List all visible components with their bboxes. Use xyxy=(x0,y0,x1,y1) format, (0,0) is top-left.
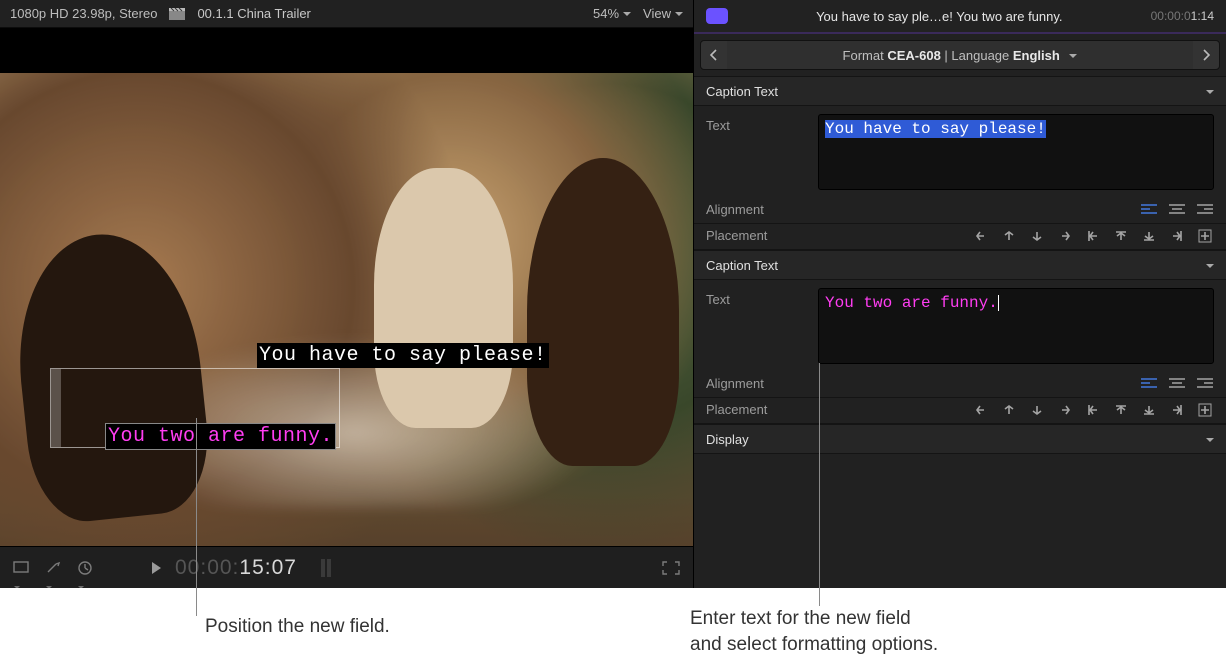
callout-leader-2 xyxy=(819,363,820,606)
viewer-transport: 00:00:15:07 xyxy=(0,546,693,588)
annotation-1: Position the new field. xyxy=(205,616,390,638)
inspector-header: You have to say ple…e! You two are funny… xyxy=(694,0,1226,34)
align-right-button[interactable] xyxy=(1196,377,1214,391)
placement-far-left-button[interactable] xyxy=(1084,403,1102,417)
app-window: 1080p HD 23.98p, Stereo 00.1.1 China Tra… xyxy=(0,0,1226,588)
placement-far-left-button[interactable] xyxy=(1084,229,1102,243)
format-language-bar[interactable]: Format CEA-608 | Language English xyxy=(700,40,1220,70)
placement-label: Placement xyxy=(706,402,806,417)
placement-up-button[interactable] xyxy=(1000,229,1018,243)
viewer-canvas[interactable]: You have to say please! You two are funn… xyxy=(0,28,693,546)
clip-name: 00.1.1 China Trailer xyxy=(197,6,310,21)
fullscreen-button[interactable] xyxy=(661,560,681,576)
prev-caption-button[interactable] xyxy=(701,41,727,69)
view-menu[interactable]: View xyxy=(643,6,683,21)
viewer-panel: 1080p HD 23.98p, Stereo 00.1.1 China Tra… xyxy=(0,0,694,588)
caption-text-section-header-2[interactable]: Caption Text xyxy=(694,250,1226,280)
caption-text-section-header[interactable]: Caption Text xyxy=(694,76,1226,106)
clapperboard-icon xyxy=(169,8,185,20)
alignment-label: Alignment xyxy=(706,202,806,217)
alignment-row-1: Alignment xyxy=(694,198,1226,224)
audio-meter xyxy=(321,559,331,577)
placement-left-button[interactable] xyxy=(972,229,990,243)
alignment-row-2: Alignment xyxy=(694,372,1226,398)
play-button[interactable] xyxy=(152,562,161,574)
placement-top-button[interactable] xyxy=(1112,403,1130,417)
annotation-layer: Position the new field. Enter text for t… xyxy=(0,588,1226,660)
callout-leader-1 xyxy=(196,418,197,616)
alignment-label: Alignment xyxy=(706,376,806,391)
caption-overlay-2[interactable]: You two are funny. xyxy=(106,424,335,449)
placement-down-button[interactable] xyxy=(1028,229,1046,243)
caption-text-input-2[interactable]: You two are funny. xyxy=(818,288,1214,364)
text-label: Text xyxy=(706,114,806,133)
placement-down-button[interactable] xyxy=(1028,403,1046,417)
chevron-down-icon xyxy=(675,6,683,21)
placement-center-button[interactable] xyxy=(1196,229,1214,243)
caption-overlay-1[interactable]: You have to say please! xyxy=(257,343,549,368)
annotation-2: Enter text for the new field and select … xyxy=(690,606,938,657)
format-value: CEA-608 xyxy=(887,48,940,63)
text-label: Text xyxy=(706,288,806,307)
retime-tool-menu[interactable] xyxy=(76,560,96,576)
chevron-down-icon xyxy=(1069,48,1077,63)
inspector-panel: You have to say ple…e! You two are funny… xyxy=(694,0,1226,588)
placement-up-button[interactable] xyxy=(1000,403,1018,417)
chevron-down-icon xyxy=(1206,432,1214,447)
clip-format-label: 1080p HD 23.98p, Stereo xyxy=(10,6,157,21)
caption-text-input-1[interactable]: You have to say please! xyxy=(818,114,1214,190)
video-frame xyxy=(0,73,693,546)
language-label: | Language xyxy=(941,48,1013,63)
placement-row-2: Placement xyxy=(694,398,1226,424)
inspector-timecode: 00:00:01:14 xyxy=(1151,9,1214,23)
placement-center-button[interactable] xyxy=(1196,403,1214,417)
placement-right-button[interactable] xyxy=(1056,229,1074,243)
chevron-down-icon xyxy=(1206,84,1214,99)
placement-row-1: Placement xyxy=(694,224,1226,250)
zoom-menu[interactable]: 54% xyxy=(593,6,631,21)
next-caption-button[interactable] xyxy=(1193,41,1219,69)
crop-tool-menu[interactable] xyxy=(12,560,32,576)
caption-icon xyxy=(706,8,728,24)
placement-far-right-button[interactable] xyxy=(1168,403,1186,417)
placement-bottom-button[interactable] xyxy=(1140,229,1158,243)
enhance-tool-menu[interactable] xyxy=(44,560,64,576)
inspector-title: You have to say ple…e! You two are funny… xyxy=(738,9,1141,24)
display-section-header[interactable]: Display xyxy=(694,424,1226,454)
placement-far-right-button[interactable] xyxy=(1168,229,1186,243)
align-center-button[interactable] xyxy=(1168,203,1186,217)
caption-text-row-2: Text You two are funny. xyxy=(694,280,1226,372)
placement-left-button[interactable] xyxy=(972,403,990,417)
align-left-button[interactable] xyxy=(1140,203,1158,217)
align-center-button[interactable] xyxy=(1168,377,1186,391)
caption-text-row-1: Text You have to say please! xyxy=(694,106,1226,198)
align-left-button[interactable] xyxy=(1140,377,1158,391)
timecode-display[interactable]: 00:00:15:07 xyxy=(175,556,297,580)
placement-label: Placement xyxy=(706,228,806,243)
chevron-down-icon xyxy=(623,6,631,21)
language-value: English xyxy=(1013,48,1060,63)
format-label: Format xyxy=(843,48,888,63)
placement-right-button[interactable] xyxy=(1056,403,1074,417)
placement-top-button[interactable] xyxy=(1112,229,1130,243)
viewer-toolbar: 1080p HD 23.98p, Stereo 00.1.1 China Tra… xyxy=(0,0,693,28)
placement-bottom-button[interactable] xyxy=(1140,403,1158,417)
chevron-down-icon xyxy=(1206,258,1214,273)
align-right-button[interactable] xyxy=(1196,203,1214,217)
